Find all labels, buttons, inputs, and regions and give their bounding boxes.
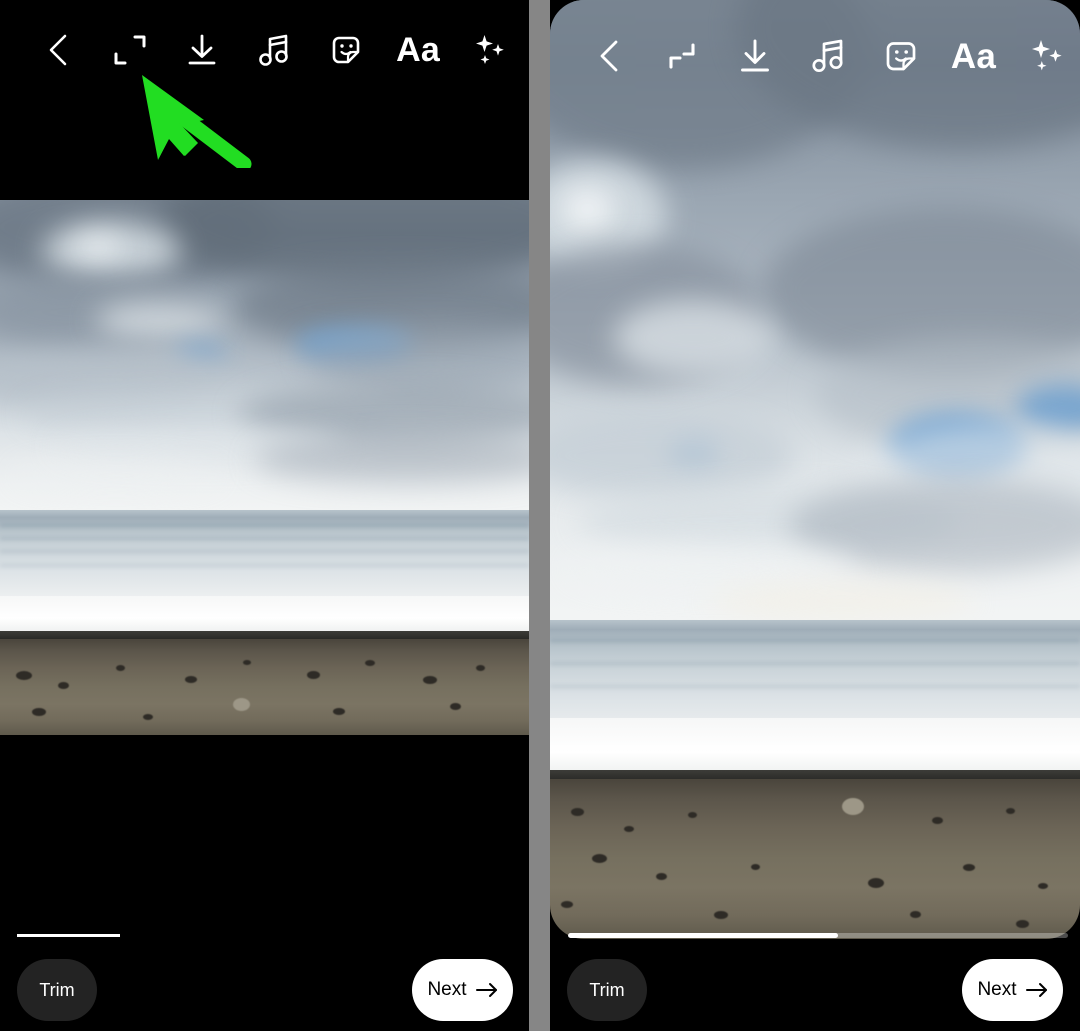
editor-toolbar-before: Aa bbox=[0, 0, 529, 100]
sticker-button[interactable] bbox=[864, 19, 937, 93]
effects-button[interactable] bbox=[454, 14, 526, 86]
story-progress-before bbox=[17, 934, 120, 937]
arrow-right-icon bbox=[475, 982, 498, 998]
next-label: Next bbox=[427, 979, 467, 1000]
next-label: Next bbox=[977, 979, 1017, 1000]
chevron-left-icon bbox=[594, 38, 624, 74]
collapse-corners-icon bbox=[662, 36, 702, 76]
text-aa-icon: Aa bbox=[396, 31, 440, 69]
back-button[interactable] bbox=[22, 14, 94, 86]
editor-toolbar-after: Aa bbox=[550, 0, 1080, 112]
text-button[interactable]: Aa bbox=[382, 14, 454, 86]
arrow-right-icon bbox=[1025, 982, 1048, 998]
story-progress-after[interactable] bbox=[568, 933, 1068, 938]
text-button[interactable]: Aa bbox=[937, 19, 1010, 93]
sticker-face-icon bbox=[881, 36, 921, 76]
screenshot-root: Aa Trim Next Aa Trim Next bbox=[0, 0, 1080, 1031]
bottom-bar-after: Trim Next bbox=[550, 938, 1080, 1031]
download-button[interactable] bbox=[718, 19, 791, 93]
panel-divider bbox=[529, 0, 550, 1031]
chevron-left-icon bbox=[43, 33, 73, 67]
panel-before-crop: Aa Trim Next bbox=[0, 0, 529, 1031]
next-button[interactable]: Next bbox=[412, 959, 513, 1021]
download-icon bbox=[736, 36, 774, 76]
music-note-icon bbox=[256, 31, 292, 69]
sticker-face-icon bbox=[327, 31, 365, 69]
music-button[interactable] bbox=[238, 14, 310, 86]
story-progress-fill bbox=[568, 933, 838, 938]
download-icon bbox=[184, 31, 220, 69]
music-button[interactable] bbox=[791, 19, 864, 93]
panel-after-crop: Aa Trim Next bbox=[550, 0, 1080, 1031]
trim-button[interactable]: Trim bbox=[17, 959, 97, 1021]
sparkles-icon bbox=[1027, 36, 1067, 76]
beach-photo bbox=[550, 0, 1080, 939]
download-button[interactable] bbox=[166, 14, 238, 86]
sparkles-icon bbox=[471, 31, 509, 69]
trim-button[interactable]: Trim bbox=[567, 959, 647, 1021]
expand-corners-icon bbox=[111, 31, 149, 69]
beach-photo bbox=[0, 200, 529, 735]
back-button[interactable] bbox=[572, 19, 645, 93]
bottom-bar-before: Trim Next bbox=[0, 938, 529, 1031]
music-note-icon bbox=[809, 36, 847, 76]
aspect-ratio-button[interactable] bbox=[94, 14, 166, 86]
media-preview-before[interactable] bbox=[0, 200, 529, 735]
effects-button[interactable] bbox=[1010, 19, 1080, 93]
media-preview-after[interactable] bbox=[550, 0, 1080, 939]
sticker-button[interactable] bbox=[310, 14, 382, 86]
text-aa-icon: Aa bbox=[950, 36, 997, 76]
next-button[interactable]: Next bbox=[962, 959, 1063, 1021]
aspect-ratio-button[interactable] bbox=[645, 19, 718, 93]
